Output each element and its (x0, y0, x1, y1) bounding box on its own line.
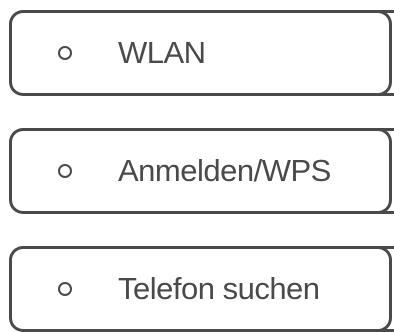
led-circle-icon (58, 46, 72, 60)
led-circle-icon (58, 164, 72, 178)
wps-login-button-label: Anmelden/WPS (118, 153, 331, 188)
wlan-button-label: WLAN (118, 35, 206, 70)
find-phone-button-label: Telefon suchen (118, 271, 320, 306)
led-circle-icon (58, 282, 72, 296)
wlan-button[interactable]: WLAN (9, 10, 394, 96)
wps-login-button[interactable]: Anmelden/WPS (9, 128, 394, 214)
find-phone-button[interactable]: Telefon suchen (9, 246, 394, 332)
